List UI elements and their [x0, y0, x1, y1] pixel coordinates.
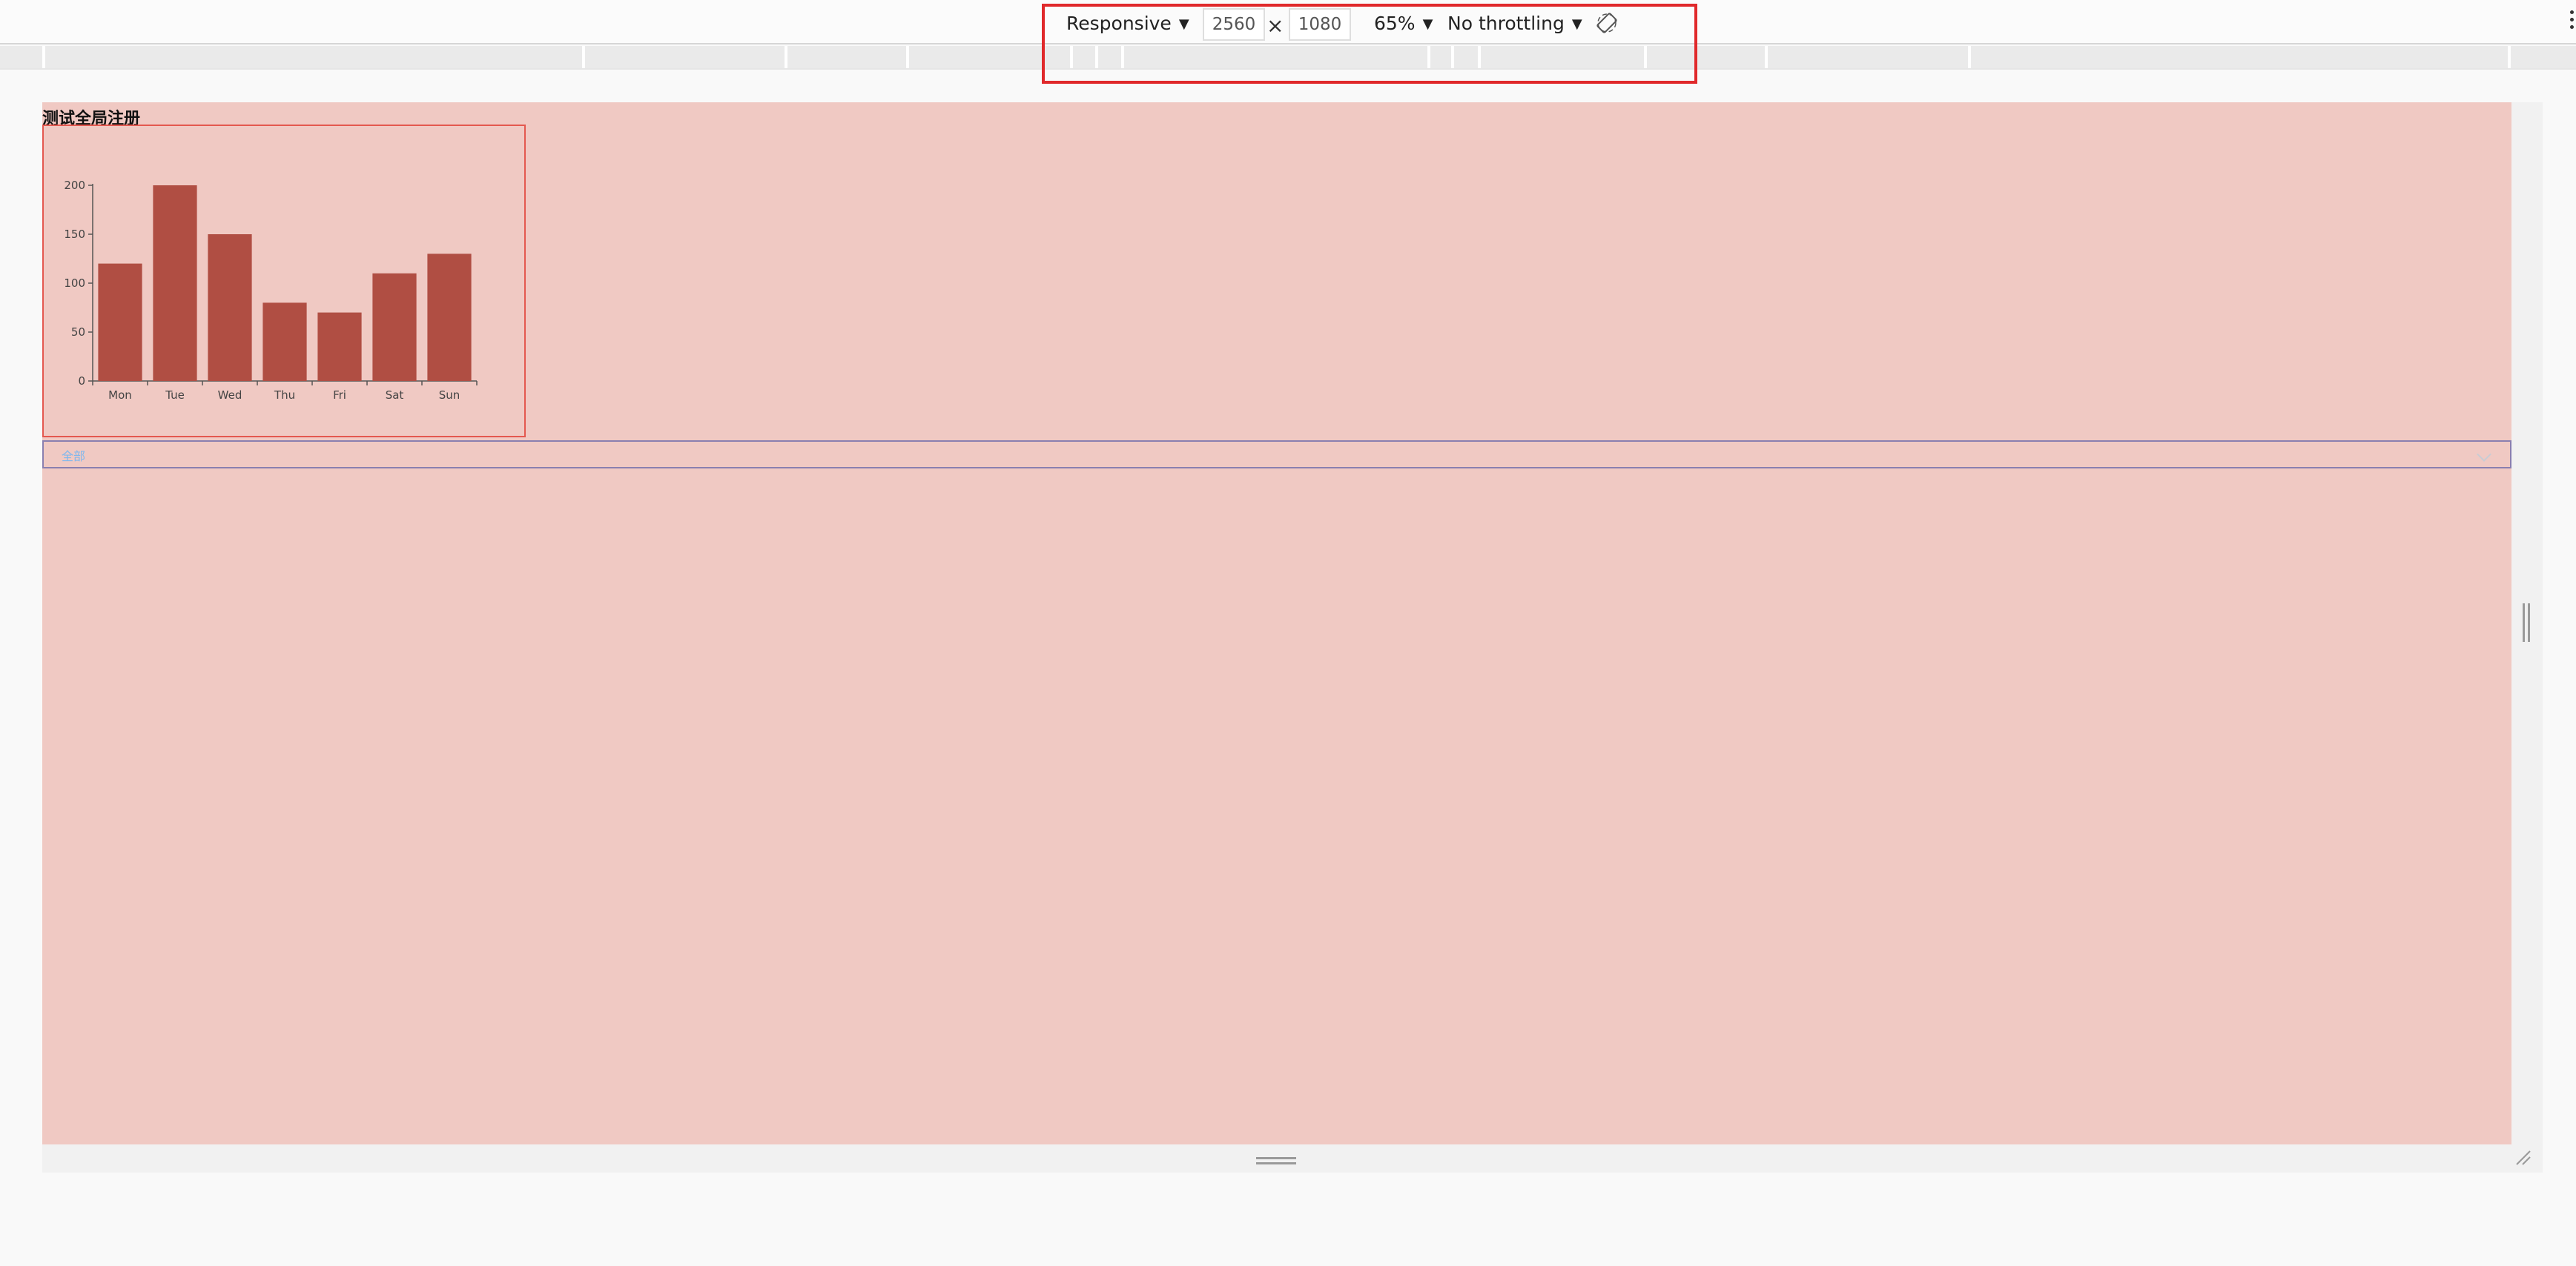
media-query-segment[interactable] — [1968, 46, 1971, 68]
bar — [427, 253, 472, 381]
bar — [372, 273, 417, 381]
media-query-segment[interactable] — [906, 46, 909, 68]
x-tick-label: Fri — [333, 388, 346, 402]
x-tick-label: Wed — [218, 388, 242, 402]
corner-resize-handle[interactable] — [2515, 1150, 2532, 1169]
x-tick-label: Sun — [439, 388, 460, 402]
media-query-segment[interactable] — [1765, 46, 1768, 68]
bar-chart-svg: 0 50 100 150 200 Mon Tue Wed Thu Fri Sat Sun — [64, 179, 478, 402]
y-tick-label: 200 — [64, 179, 85, 192]
bar — [208, 234, 252, 381]
x-tick-label: Thu — [274, 388, 295, 402]
bar-chart: 0 50 100 150 200 Mon Tue Wed Thu Fri Sat Sun — [42, 125, 526, 437]
right-resize-handle[interactable] — [2521, 603, 2532, 642]
highlight-box — [1042, 4, 1697, 84]
emulated-viewport: 测试全局注册 0 50 100 150 200 Mon Tue Wed Thu Fri Sat Sun… — [42, 102, 2511, 1144]
y-tick-label: 0 — [78, 374, 85, 388]
bar — [317, 312, 362, 381]
y-tick-label: 150 — [64, 228, 85, 241]
x-tick-label: Tue — [165, 388, 185, 402]
media-query-segment[interactable] — [785, 46, 787, 68]
y-tick-label: 100 — [64, 276, 85, 290]
bottom-resize-handle[interactable] — [1256, 1157, 1296, 1164]
bar — [98, 263, 142, 381]
filter-select[interactable]: 全部 — [42, 440, 2511, 468]
bar — [153, 185, 197, 381]
y-tick-label: 50 — [71, 325, 85, 339]
x-tick-label: Sat — [386, 388, 404, 402]
bar — [262, 302, 307, 381]
media-query-segment[interactable] — [582, 46, 585, 68]
more-options-icon[interactable] — [2567, 10, 2576, 33]
media-query-segment[interactable] — [42, 46, 45, 68]
media-query-segment[interactable] — [2508, 46, 2511, 68]
select-value: 全部 — [62, 449, 86, 463]
x-tick-label: Mon — [108, 388, 132, 402]
chevron-down-icon — [2477, 447, 2491, 462]
